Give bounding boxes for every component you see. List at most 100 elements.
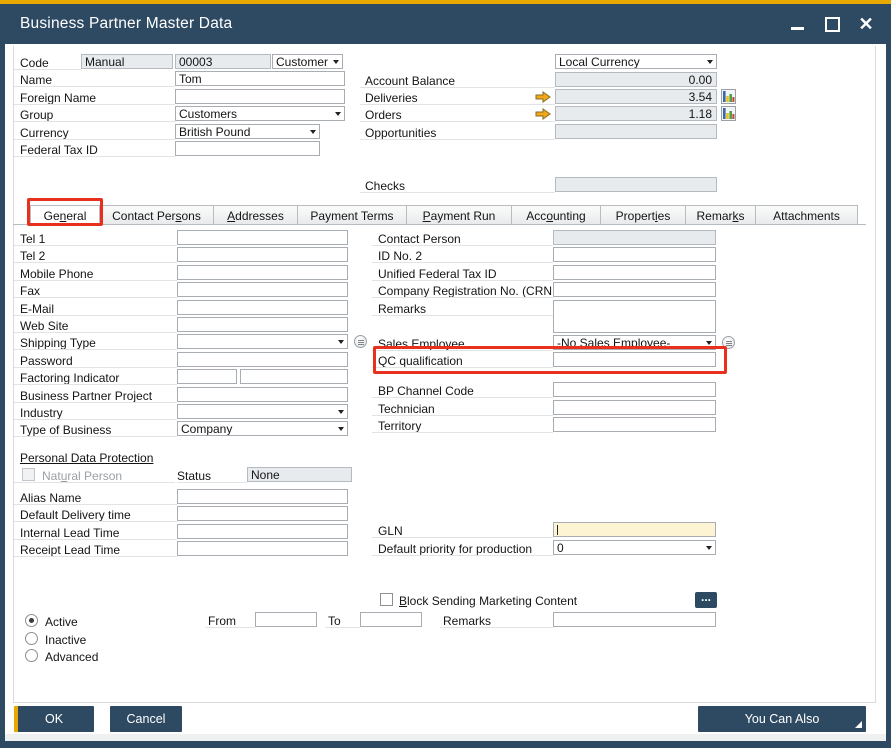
internal-lead-time-row: Internal Lead Time: [14, 524, 366, 541]
bar-chart-icon[interactable]: [721, 89, 736, 104]
internal-lead-time-input[interactable]: [177, 524, 348, 539]
code-type-combo[interactable]: Customer: [272, 54, 343, 69]
code-number-input[interactable]: 00003: [175, 54, 271, 69]
close-icon[interactable]: ✕: [855, 13, 877, 35]
company-registration-no-input[interactable]: [553, 282, 716, 297]
tab-properties[interactable]: Properties: [600, 205, 686, 224]
gln-label: GLN: [372, 522, 553, 538]
you-can-also-button[interactable]: You Can Also: [698, 706, 866, 732]
id-no-2-input[interactable]: [553, 247, 716, 262]
natural-person-label: Natural Person: [42, 469, 122, 483]
gln-input[interactable]: [553, 522, 716, 537]
tab-attachments[interactable]: Attachments: [755, 205, 858, 224]
tel2-input[interactable]: [177, 247, 348, 262]
inactive-radio[interactable]: [25, 632, 38, 645]
unified-federal-tax-id-input[interactable]: [553, 265, 716, 280]
choose-from-list-icon[interactable]: [354, 335, 367, 348]
alias-name-row: Alias Name: [14, 489, 366, 506]
alias-name-input[interactable]: [177, 489, 348, 504]
industry-combo[interactable]: [177, 404, 348, 419]
tab-addresses[interactable]: Addresses: [213, 205, 298, 224]
local-currency-combo[interactable]: Local Currency: [555, 54, 717, 69]
bp-channel-code-input[interactable]: [553, 382, 716, 397]
tab-contact-persons[interactable]: Contact Persons: [99, 205, 214, 224]
type-of-business-value: Company: [181, 422, 232, 436]
maximize-icon[interactable]: [821, 13, 843, 35]
account-balance-value: 0.00: [555, 72, 717, 87]
password-input[interactable]: [177, 352, 348, 367]
fax-input[interactable]: [177, 282, 348, 297]
business-partner-project-input[interactable]: [177, 387, 348, 402]
tab-accounting[interactable]: Accounting: [511, 205, 601, 224]
technician-row: Technician: [372, 400, 736, 417]
bar-chart-icon[interactable]: [721, 106, 736, 121]
active-radio-label: Active: [45, 615, 78, 629]
business-partner-project-row: Business Partner Project: [14, 387, 366, 404]
advanced-radio[interactable]: [25, 649, 38, 662]
technician-input[interactable]: [553, 400, 716, 415]
dropdown-arrow-icon: [338, 427, 344, 431]
tab-payment-run[interactable]: Payment Run: [406, 205, 512, 224]
receipt-lead-time-input[interactable]: [177, 541, 348, 556]
email-input[interactable]: [177, 300, 348, 315]
factoring-indicator-input-2[interactable]: [240, 369, 348, 384]
status-value: None: [247, 467, 352, 482]
currency-combo[interactable]: British Pound: [175, 124, 320, 139]
sales-employee-label: Sales Employee: [372, 335, 553, 351]
federal-tax-id-input[interactable]: [175, 141, 320, 156]
priority-combo[interactable]: 0: [553, 540, 716, 555]
factoring-indicator-input-1[interactable]: [177, 369, 237, 384]
tel1-input[interactable]: [177, 230, 348, 245]
mobile-phone-input[interactable]: [177, 265, 348, 280]
default-delivery-time-label: Default Delivery time: [14, 506, 177, 522]
tab-remarks[interactable]: Remarks: [685, 205, 756, 224]
industry-label: Industry: [14, 404, 177, 420]
remarks-input[interactable]: [553, 300, 716, 333]
ok-button[interactable]: OK: [14, 706, 94, 732]
code-series-input[interactable]: Manual: [81, 54, 173, 69]
contact-person-field[interactable]: [553, 230, 716, 245]
group-combo[interactable]: Customers: [175, 106, 345, 121]
block-marketing-checkbox[interactable]: [380, 593, 393, 606]
web-site-label: Web Site: [14, 317, 177, 333]
priority-label: Default priority for production: [372, 540, 553, 556]
tel1-label: Tel 1: [14, 230, 177, 246]
more-options-button[interactable]: ...: [695, 592, 717, 608]
name-label: Name: [14, 71, 175, 87]
orange-link-arrow-icon[interactable]: [535, 108, 551, 120]
sales-employee-combo[interactable]: -No Sales Employee-: [553, 335, 716, 350]
general-left-column: Tel 1Tel 2Mobile PhoneFaxE-MailWeb SiteS…: [14, 230, 366, 442]
shipping-type-combo[interactable]: [177, 334, 348, 349]
dropdown-arrow-icon: [338, 340, 344, 344]
type-of-business-combo[interactable]: Company: [177, 421, 348, 436]
inactive-radio-row: Inactive: [0, 631, 891, 646]
active-radio[interactable]: [25, 614, 38, 627]
qc-qualification-input[interactable]: [553, 352, 716, 367]
dropdown-arrow-icon: [338, 410, 344, 414]
web-site-input[interactable]: [177, 317, 348, 332]
id-no-2-row: ID No. 2: [372, 247, 736, 264]
dropdown-arrow-icon: [333, 60, 339, 64]
cancel-button[interactable]: Cancel: [110, 706, 182, 732]
choose-from-list-icon[interactable]: [722, 336, 735, 349]
opportunities-label: Opportunities: [360, 124, 555, 140]
tab-payment-terms[interactable]: Payment Terms: [297, 205, 407, 224]
account-balance-label: Account Balance: [360, 72, 555, 88]
id-no-2-label: ID No. 2: [372, 247, 553, 263]
currency-label: Currency: [14, 124, 175, 140]
foreign-name-input[interactable]: [175, 89, 345, 104]
tab-general[interactable]: General: [30, 205, 100, 225]
local-currency-value: Local Currency: [559, 55, 640, 69]
remarks-label: Remarks: [372, 300, 553, 316]
minimize-icon[interactable]: [787, 13, 809, 35]
general-right-column: Contact PersonID No. 2Unified Federal Ta…: [372, 230, 736, 442]
default-delivery-time-input[interactable]: [177, 506, 348, 521]
name-input[interactable]: Tom: [175, 71, 345, 86]
natural-person-cell: Natural Person: [14, 467, 175, 483]
deliveries-value: 3.54: [555, 89, 717, 104]
dropdown-arrow-icon: [707, 60, 713, 64]
territory-input[interactable]: [553, 417, 716, 432]
personal-data-protection-heading: Personal Data Protection: [20, 451, 153, 465]
orange-link-arrow-icon[interactable]: [535, 91, 551, 103]
natural-person-checkbox[interactable]: [22, 468, 35, 481]
